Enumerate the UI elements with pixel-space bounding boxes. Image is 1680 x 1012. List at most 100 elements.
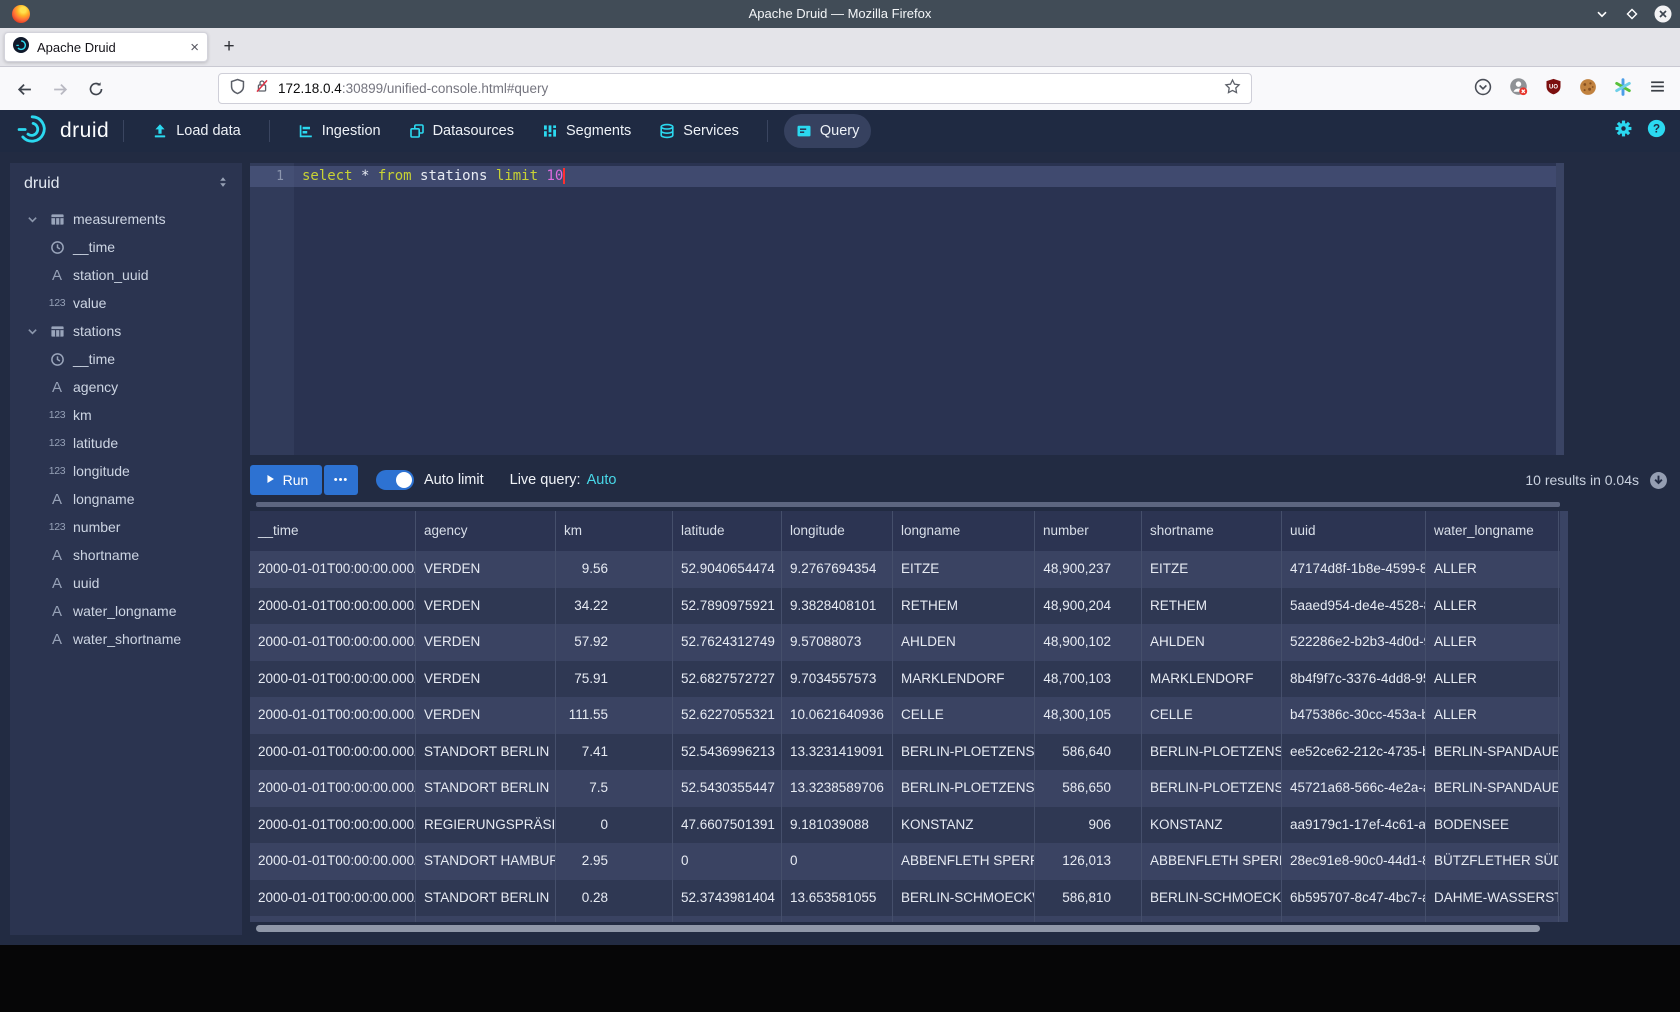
cell-uuid[interactable]: 45721a68-566c-4e2a-a6: [1282, 770, 1426, 807]
cell-shortname[interactable]: EITZE: [1142, 551, 1282, 588]
cell-agency[interactable]: VERDEN: [416, 551, 556, 588]
asterisk-extension-icon[interactable]: [1614, 78, 1632, 101]
cell-number[interactable]: 48,900,204: [1035, 588, 1142, 625]
cell-km[interactable]: 34.22: [556, 588, 673, 625]
cell-water_longname[interactable]: BÜTZFLETHER SÜDERE: [1426, 843, 1559, 880]
nav-item-ingestion[interactable]: Ingestion: [286, 114, 393, 148]
cell-longname[interactable]: KONSTANZ: [893, 807, 1035, 844]
editor-code-line[interactable]: select * from stations limit 10: [302, 166, 565, 187]
tree-table-measurements[interactable]: measurements: [10, 205, 242, 233]
cell-uuid[interactable]: 28ec91e8-90c0-44d1-8fc: [1282, 843, 1426, 880]
cell-number[interactable]: 48,900,237: [1035, 551, 1142, 588]
cell-uuid[interactable]: aa9179c1-17ef-4c61-a48: [1282, 807, 1426, 844]
insecure-lock-icon[interactable]: [254, 78, 270, 99]
table-row[interactable]: [250, 916, 1560, 922]
table-row[interactable]: 2000-01-01T00:00:00.000ZSTANDORT BERLIN7…: [250, 734, 1560, 771]
cell-__time[interactable]: 2000-01-01T00:00:00.000Z: [250, 880, 416, 917]
cell-water_longname[interactable]: ALLER: [1426, 551, 1559, 588]
cell-longname[interactable]: BERLIN-PLOETZENSEE U: [893, 770, 1035, 807]
cell-agency[interactable]: STANDORT HAMBURG: [416, 843, 556, 880]
table-row[interactable]: 2000-01-01T00:00:00.000ZVERDEN75.9152.68…: [250, 661, 1560, 698]
cell-__time[interactable]: 2000-01-01T00:00:00.000Z: [250, 661, 416, 698]
table-row[interactable]: 2000-01-01T00:00:00.000ZSTANDORT HAMBURG…: [250, 843, 1560, 880]
tab-apache-druid[interactable]: Apache Druid ×: [4, 32, 208, 62]
cell-uuid[interactable]: b475386c-30cc-453a-b3: [1282, 697, 1426, 734]
tree-column-uuid[interactable]: Auuid: [10, 569, 242, 597]
cell-latitude[interactable]: [673, 916, 782, 922]
tree-column-longitude[interactable]: 123longitude: [10, 457, 242, 485]
pocket-icon[interactable]: [1474, 78, 1492, 101]
chevron-down-icon[interactable]: [26, 325, 40, 338]
cell-longitude[interactable]: 9.181039088: [782, 807, 893, 844]
column-header-km[interactable]: km: [556, 511, 673, 551]
cell-water_longname[interactable]: DAHME-WASSERSTRAS: [1426, 880, 1559, 917]
cell-__time[interactable]: 2000-01-01T00:00:00.000Z: [250, 734, 416, 771]
table-horizontal-scrollbar[interactable]: [256, 925, 1540, 932]
cell-number[interactable]: 48,300,105: [1035, 697, 1142, 734]
cell-water_longname[interactable]: BODENSEE: [1426, 807, 1559, 844]
cell-water_longname[interactable]: ALLER: [1426, 624, 1559, 661]
cell-longitude[interactable]: [782, 916, 893, 922]
cell-__time[interactable]: 2000-01-01T00:00:00.000Z: [250, 807, 416, 844]
cell-shortname[interactable]: [1142, 916, 1282, 922]
cell-shortname[interactable]: RETHEM: [1142, 588, 1282, 625]
cell-latitude[interactable]: 52.7624312749: [673, 624, 782, 661]
cell-agency[interactable]: [416, 916, 556, 922]
cell-shortname[interactable]: BERLIN-PLOETZENSEE C: [1142, 734, 1282, 771]
cell-longitude[interactable]: 13.3231419091: [782, 734, 893, 771]
schema-selector[interactable]: druid: [10, 163, 242, 205]
cell-agency[interactable]: STANDORT BERLIN: [416, 770, 556, 807]
cell-latitude[interactable]: 52.3743981404: [673, 880, 782, 917]
table-row[interactable]: 2000-01-01T00:00:00.000ZVERDEN111.5552.6…: [250, 697, 1560, 734]
cell-number[interactable]: 126,013: [1035, 843, 1142, 880]
cell-uuid[interactable]: 522286e2-b2b3-4d0d-9a: [1282, 624, 1426, 661]
splitter-handle[interactable]: [256, 502, 1560, 507]
forward-icon[interactable]: [46, 75, 74, 103]
cell-__time[interactable]: 2000-01-01T00:00:00.000Z: [250, 624, 416, 661]
cell-agency[interactable]: STANDORT BERLIN: [416, 880, 556, 917]
cell-uuid[interactable]: 5aaed954-de4e-4528-8f: [1282, 588, 1426, 625]
column-header-latitude[interactable]: latitude: [673, 511, 782, 551]
tree-column-value[interactable]: 123value: [10, 289, 242, 317]
close-window-icon[interactable]: [1654, 5, 1672, 23]
new-tab-button[interactable]: +: [216, 34, 242, 60]
tree-column-__time[interactable]: __time: [10, 345, 242, 373]
table-row[interactable]: 2000-01-01T00:00:00.000ZSTANDORT BERLIN0…: [250, 880, 1560, 917]
tree-column-number[interactable]: 123number: [10, 513, 242, 541]
cell-__time[interactable]: 2000-01-01T00:00:00.000Z: [250, 588, 416, 625]
cell-water_longname[interactable]: ALLER: [1426, 661, 1559, 698]
cell-latitude[interactable]: 47.6607501391: [673, 807, 782, 844]
cell-longitude[interactable]: 13.3238589706: [782, 770, 893, 807]
auto-limit-label[interactable]: Auto limit: [424, 472, 484, 488]
tree-column-__time[interactable]: __time: [10, 233, 242, 261]
cell-km[interactable]: [556, 916, 673, 922]
shield-icon[interactable]: [229, 78, 246, 100]
cell-uuid[interactable]: ee52ce62-212c-4735-b4: [1282, 734, 1426, 771]
cell-latitude[interactable]: 52.9040654474: [673, 551, 782, 588]
cell-shortname[interactable]: CELLE: [1142, 697, 1282, 734]
cell-longitude[interactable]: 9.2767694354: [782, 551, 893, 588]
chevron-down-icon[interactable]: [26, 213, 40, 226]
cell-latitude[interactable]: 52.5430355447: [673, 770, 782, 807]
cell-km[interactable]: 7.41: [556, 734, 673, 771]
cell-latitude[interactable]: 52.6827572727: [673, 661, 782, 698]
cell-uuid[interactable]: 6b595707-8c47-4bc7-a8: [1282, 880, 1426, 917]
cell-water_longname[interactable]: ALLER: [1426, 588, 1559, 625]
column-header-shortname[interactable]: shortname: [1142, 511, 1282, 551]
cell-km[interactable]: 0.28: [556, 880, 673, 917]
tree-column-agency[interactable]: Aagency: [10, 373, 242, 401]
table-vertical-scrollbar[interactable]: [1560, 511, 1568, 922]
tab-close-icon[interactable]: ×: [190, 40, 199, 55]
tree-column-water_shortname[interactable]: Awater_shortname: [10, 625, 242, 653]
table-row[interactable]: 2000-01-01T00:00:00.000ZVERDEN57.9252.76…: [250, 624, 1560, 661]
tree-column-km[interactable]: 123km: [10, 401, 242, 429]
cell-agency[interactable]: REGIERUNGSPRÄSIDIUM: [416, 807, 556, 844]
cell-__time[interactable]: 2000-01-01T00:00:00.000Z: [250, 843, 416, 880]
cell-longitude[interactable]: 9.7034557573: [782, 661, 893, 698]
cell-shortname[interactable]: MARKLENDORF: [1142, 661, 1282, 698]
maximize-icon[interactable]: [1624, 6, 1640, 22]
table-row[interactable]: 2000-01-01T00:00:00.000ZVERDEN34.2252.78…: [250, 588, 1560, 625]
nav-item-query[interactable]: Query: [784, 114, 872, 148]
cell-km[interactable]: 0: [556, 807, 673, 844]
cell-agency[interactable]: VERDEN: [416, 624, 556, 661]
